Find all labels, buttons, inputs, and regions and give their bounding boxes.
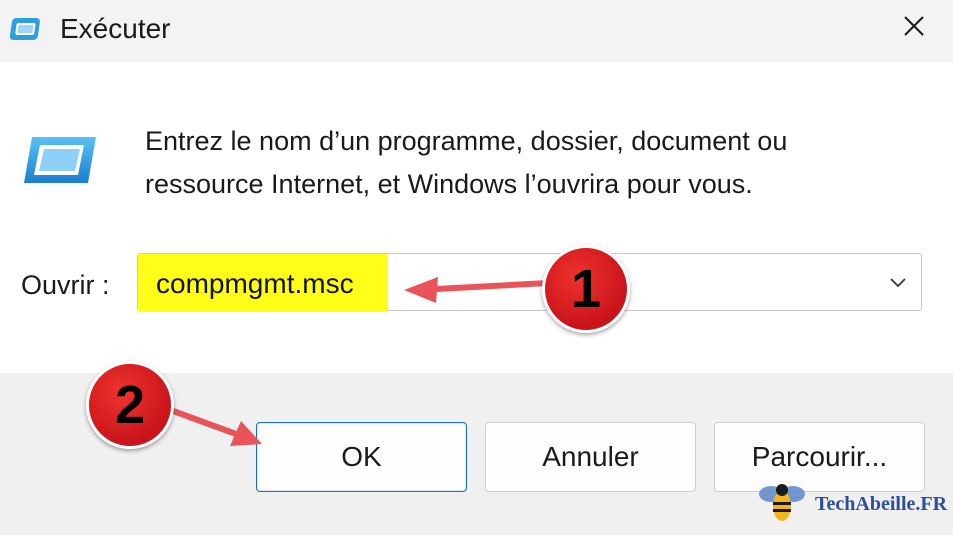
window-title: Exécuter	[60, 13, 171, 44]
title-bar: Exécuter	[0, 0, 953, 62]
watermark-text: TechAbeille.FR	[815, 492, 948, 515]
dialog-content: Entrez le nom d’un programme, dossier, d…	[0, 62, 953, 373]
description-line-1: Entrez le nom d’un programme, dossier, d…	[145, 126, 788, 156]
watermark: TechAbeille.FR	[757, 482, 947, 526]
cancel-button[interactable]: Annuler	[485, 422, 696, 492]
step-badge-2: 2	[86, 361, 174, 449]
ok-button[interactable]: OK	[256, 422, 467, 492]
close-button[interactable]	[893, 8, 935, 48]
chevron-down-icon[interactable]	[887, 272, 909, 294]
close-icon[interactable]	[903, 15, 925, 42]
description-text: Entrez le nom d’un programme, dossier, d…	[145, 120, 905, 206]
open-label: Ouvrir :	[21, 270, 110, 300]
bee-logo-icon	[757, 480, 807, 529]
description-line-2: ressource Internet, et Windows l’ouvrira…	[145, 169, 753, 199]
open-combobox[interactable]	[137, 253, 922, 312]
run-window-icon	[9, 14, 44, 49]
run-program-icon	[22, 135, 98, 190]
open-input[interactable]	[156, 268, 756, 300]
step-badge-1: 1	[542, 245, 630, 333]
